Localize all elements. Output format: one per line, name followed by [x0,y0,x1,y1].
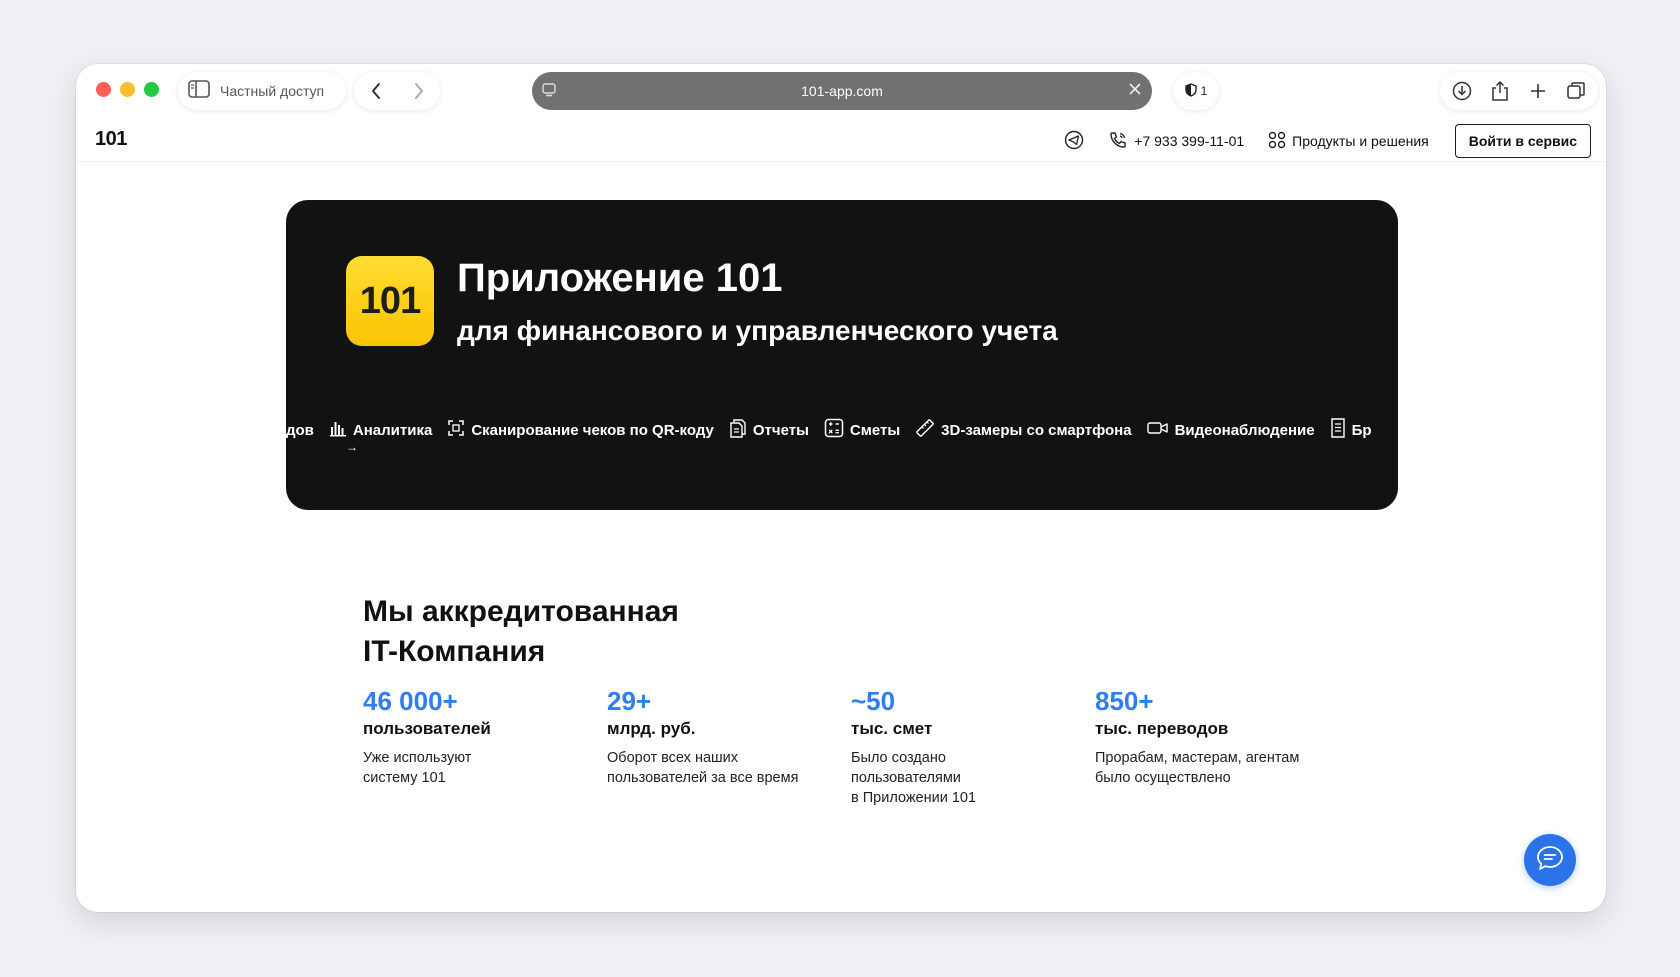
hero-banner: 101 Приложение 101 для финансового и упр… [286,200,1398,510]
zoom-window-button[interactable] [144,82,159,97]
telegram-icon [1064,130,1084,153]
app-icon: 101 [346,256,434,346]
stat-number: 29+ [607,686,652,716]
feature-item[interactable]: 3D-замеры со смартфона [915,418,1132,442]
stat-number: ~50 [851,686,896,716]
close-window-button[interactable] [96,82,111,97]
video-camera-icon [1146,420,1169,440]
stat-users: 46 000+ пользователей Уже используют сис… [363,686,593,788]
forward-icon[interactable] [407,79,431,103]
stat-number: 46 000+ [363,686,458,716]
stat-description: Оборот всех наших пользователей за все в… [607,750,799,786]
url-text: 101-app.com [801,83,883,99]
features-marquee: дов Аналитика Сканирование чеков по QR-к… [286,415,1387,445]
header-nav: +7 933 399-11-01 Продукты и решения Войт… [1040,124,1591,158]
new-tab-icon[interactable] [1526,79,1550,103]
chat-icon [1536,845,1564,876]
documents-icon [729,418,747,442]
browser-toolbar: Частный доступ 101-app.com 1 [76,64,1606,118]
ruler-icon [915,418,935,442]
feature-item[interactable]: дов [286,422,314,439]
cursor-arrow-icon: → [346,440,358,454]
site-logo[interactable]: 101 [95,128,127,151]
calculator-icon [824,418,844,442]
hero-title: Приложение 101 [457,256,783,300]
stat-number: 850+ [1095,686,1154,716]
stat-description: Было создано пользователями в Приложении… [851,750,977,806]
chat-button[interactable] [1524,834,1576,886]
stat-transfers: 850+ тыс. переводов Прорабам, мастерам, … [1095,686,1325,788]
company-title-line1: Мы аккредитованная [363,595,679,628]
private-browsing-label: Частный доступ [220,83,325,99]
products-menu[interactable]: Продукты и решения [1268,131,1429,152]
minimize-window-button[interactable] [120,82,135,97]
company-title: Мы аккредитованная IT-Компания [363,592,763,672]
feature-item[interactable]: Аналитика [329,419,432,441]
shield-icon [1184,82,1197,100]
company-title-line2: IT-Компания [363,635,546,668]
feature-label: Бр [1351,421,1372,439]
feature-label: Отчеты [752,421,809,439]
feature-item[interactable]: Сметы [824,418,900,442]
share-icon[interactable] [1488,79,1512,103]
private-browsing-pill[interactable]: Частный доступ [178,72,346,110]
back-icon[interactable] [364,79,388,103]
stat-unit: пользователей [363,719,491,738]
download-icon[interactable] [1450,79,1474,103]
stat-description: Прорабам, мастерам, агентам было осущест… [1095,750,1300,786]
stat-unit: тыс. переводов [1095,719,1229,738]
feature-label: Сметы [849,421,901,439]
stat-turnover: 29+ млрд. руб. Оборот всех наших пользов… [607,686,837,788]
privacy-report-button[interactable]: 1 [1173,72,1219,110]
feature-label: Аналитика [352,421,433,439]
toolbar-actions [1440,72,1598,110]
feature-item[interactable]: Сканирование чеков по QR-коду [447,419,714,441]
feature-label: 3D-замеры со смартфона [941,421,1132,439]
feature-item[interactable]: Бр [1330,418,1372,442]
products-label: Продукты и решения [1292,133,1429,149]
feature-item[interactable]: Видеонаблюдение [1146,420,1315,440]
tracker-count: 1 [1200,84,1208,98]
grid-icon [1268,131,1286,152]
feature-label: Сканирование чеков по QR-коду [471,421,714,439]
site-header: 101 +7 933 399-11-01 Продукты и решения … [76,118,1606,162]
phone-icon [1108,130,1128,153]
bar-chart-icon [329,419,347,441]
address-bar[interactable]: 101-app.com [532,72,1152,110]
stat-description: Уже используют систему 101 [363,750,472,786]
phone-link[interactable]: +7 933 399-11-01 [1108,130,1244,153]
clear-url-icon[interactable] [1128,82,1142,101]
feature-label: Видеонаблюдение [1174,421,1315,439]
telegram-link[interactable] [1064,130,1084,153]
tab-overview-icon[interactable] [1564,79,1588,103]
feature-item[interactable]: Отчеты [729,418,809,442]
qr-scan-icon [447,419,465,441]
sidebar-icon[interactable] [188,79,210,103]
document-list-icon [1330,418,1346,442]
phone-number: +7 933 399-11-01 [1134,133,1245,149]
navigation-pill [354,72,440,110]
stat-estimates: ~50 тыс. смет Было создано пользователям… [851,686,1081,808]
login-button[interactable]: Войти в сервис [1454,124,1591,158]
hero-subtitle: для финансового и управленческого учета [457,315,1058,346]
page-menu-icon[interactable] [541,82,557,103]
browser-window: Частный доступ 101-app.com 1 101 +7 933 … [76,64,1606,912]
stat-unit: тыс. смет [851,719,933,738]
feature-label: дов [286,421,314,439]
stat-unit: млрд. руб. [607,719,696,738]
